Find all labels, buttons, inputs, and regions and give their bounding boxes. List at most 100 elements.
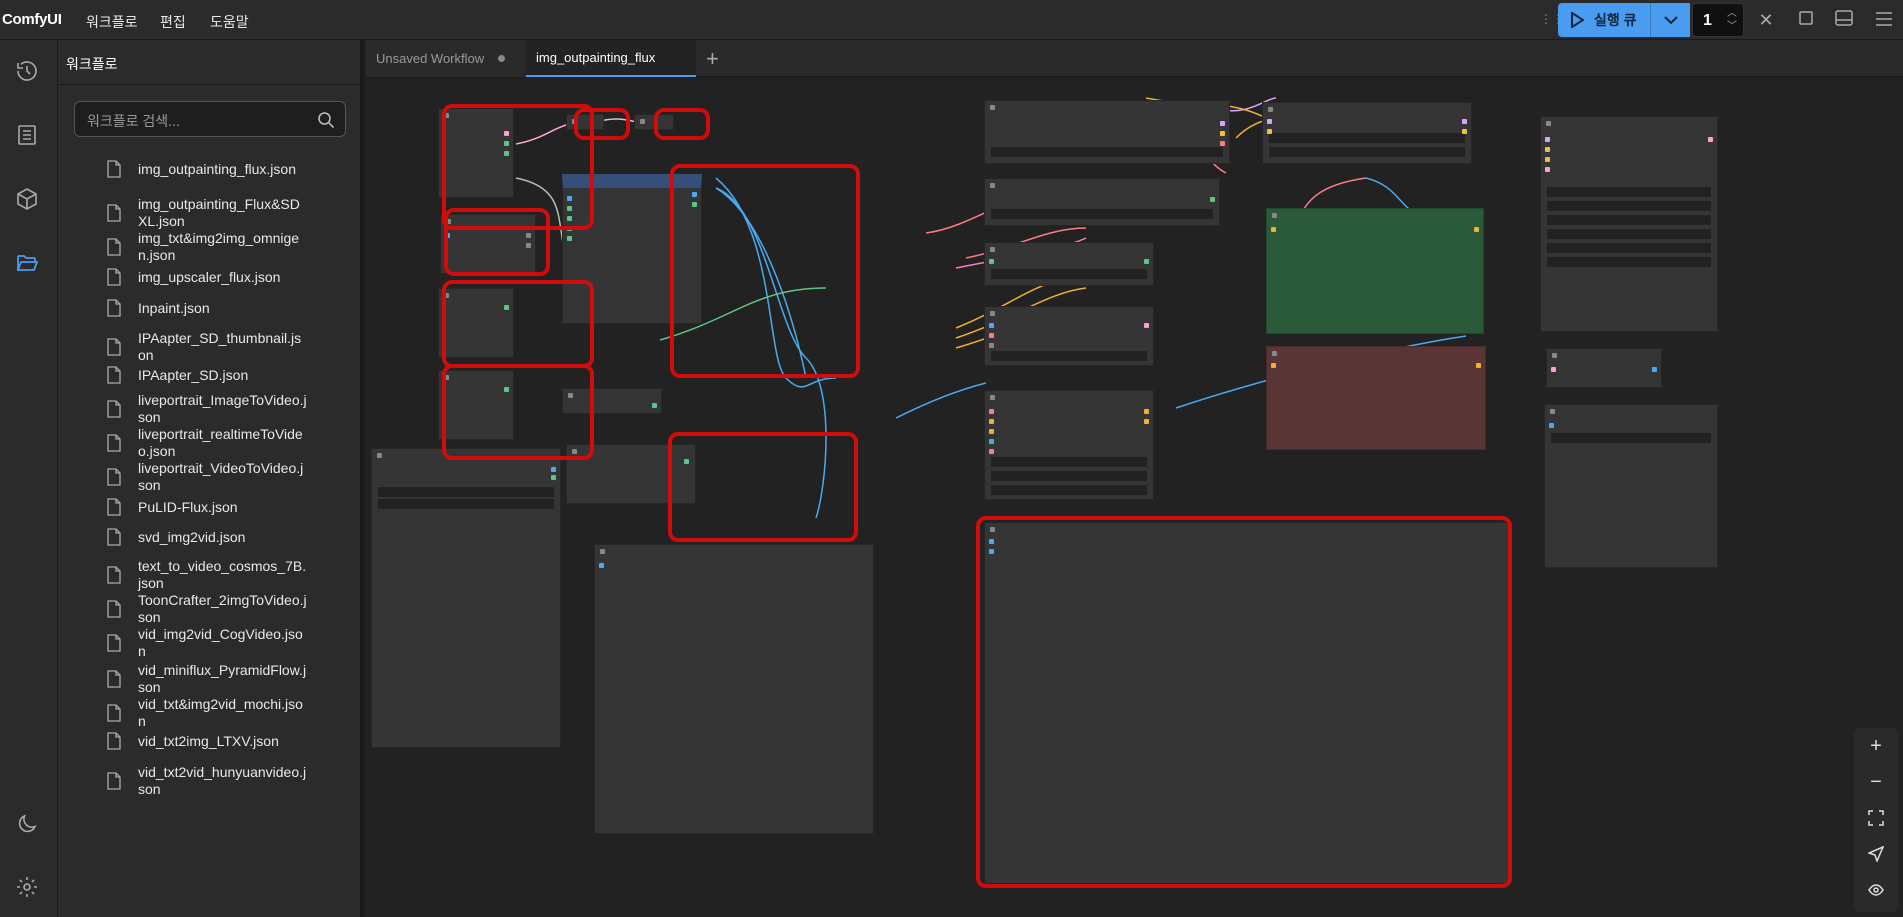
app-logo: ComfyUI (2, 11, 62, 28)
zoom-in-icon[interactable]: + (1864, 734, 1888, 758)
play-icon (1571, 12, 1584, 28)
file-name: liveportrait_ImageToVideo.json (138, 392, 307, 425)
panel-divider (58, 84, 360, 85)
menu-hamburger-icon[interactable] (1873, 9, 1895, 31)
file-name: IPAapter_SD_thumbnail.json (138, 330, 302, 363)
history-icon[interactable] (12, 56, 42, 86)
workflow-file-item[interactable]: img_outpainting_Flux&SDXL.json (106, 196, 356, 230)
file-icon (107, 634, 121, 652)
graph-node-red[interactable] (1266, 346, 1486, 450)
batch-count-input[interactable]: 1 ︿ ﹀ (1692, 3, 1744, 37)
file-name: liveportrait_realtimeToVideo.json (138, 426, 303, 459)
zoom-out-icon[interactable]: − (1864, 770, 1888, 794)
file-icon (107, 732, 121, 750)
workflow-file-item[interactable]: vid_img2vid_CogVideo.json (106, 626, 356, 660)
file-icon (107, 772, 121, 790)
workflow-file-item[interactable]: liveportrait_ImageToVideo.json (106, 392, 356, 426)
file-name: IPAapter_SD.json (138, 366, 249, 383)
sidebar-rail (0, 40, 58, 917)
workflow-file-item[interactable]: vid_txt2img_LTXV.json (106, 732, 356, 750)
graph-node[interactable] (984, 390, 1154, 500)
workflow-file-item[interactable]: img_outpainting_flux.json (106, 160, 356, 178)
highlight-box (976, 516, 1512, 888)
file-icon (107, 160, 121, 178)
graph-node-green[interactable] (1266, 208, 1484, 334)
workflow-file-item[interactable]: Inpaint.json (106, 299, 356, 317)
file-name: vid_txt&img2vid_mochi.json (138, 696, 303, 729)
workflow-file-item[interactable]: vid_txt&img2vid_mochi.json (106, 696, 356, 730)
workflows-folder-icon[interactable] (12, 248, 42, 278)
graph-node[interactable] (1544, 404, 1718, 568)
file-icon (107, 238, 121, 256)
file-name: PuLID-Flux.json (138, 498, 238, 515)
file-name: img_txt&img2img_omnigen.json (138, 230, 300, 263)
workflow-file-item[interactable]: liveportrait_VideoToVideo.json (106, 460, 356, 494)
tab-unsaved-workflow[interactable]: Unsaved Workflow (366, 40, 526, 77)
queue-button-label: 실행 큐 (1594, 12, 1637, 28)
queue-list-icon[interactable] (12, 120, 42, 150)
graph-node[interactable] (1546, 348, 1662, 388)
select-mode-icon[interactable] (1864, 842, 1888, 866)
file-icon (107, 400, 121, 418)
workflow-file-item[interactable]: text_to_video_cosmos_7B.json (106, 558, 356, 592)
file-icon (107, 528, 121, 546)
workflow-file-item[interactable]: vid_txt2vid_hunyuanvideo.json (106, 764, 356, 798)
file-icon (107, 468, 121, 486)
theme-toggle-moon-icon[interactable] (12, 809, 42, 839)
bottom-panel-icon[interactable] (1833, 9, 1855, 31)
maximize-icon[interactable] (1795, 9, 1817, 31)
file-name: vid_txt2img_LTXV.json (138, 732, 279, 749)
highlight-box (670, 164, 860, 378)
queue-options-dropdown[interactable] (1650, 3, 1690, 37)
file-icon (107, 338, 121, 356)
menu-workflow[interactable]: 워크플로 (86, 12, 138, 32)
fit-view-icon[interactable] (1864, 806, 1888, 830)
file-name: img_outpainting_flux.json (138, 160, 296, 177)
graph-node[interactable] (371, 448, 561, 748)
file-name: img_upscaler_flux.json (138, 268, 281, 285)
search-icon[interactable] (317, 111, 335, 129)
file-icon (107, 204, 121, 222)
workflow-file-item[interactable]: img_upscaler_flux.json (106, 268, 356, 286)
graph-canvas[interactable] (366, 78, 1903, 917)
workflow-file-item[interactable]: img_txt&img2img_omnigen.json (106, 230, 356, 264)
file-icon (107, 566, 121, 584)
top-bar: ComfyUI 워크플로 편집 도움말 ⋮⋮ 실행 큐 1 ︿ ﹀ ✕ (0, 0, 1903, 40)
batch-stepper-icon[interactable]: ︿ ﹀ (1727, 7, 1737, 33)
file-icon (107, 600, 121, 618)
file-name: text_to_video_cosmos_7B.json (138, 558, 307, 591)
file-icon (107, 498, 121, 516)
graph-node[interactable] (984, 306, 1154, 366)
workflow-file-item[interactable]: IPAapter_SD_thumbnail.json (106, 330, 356, 364)
workflow-file-item[interactable]: IPAapter_SD.json (106, 366, 356, 384)
graph-node[interactable] (594, 544, 874, 834)
menu-edit[interactable]: 편집 (160, 12, 186, 32)
workflow-file-item[interactable]: svd_img2vid.json (106, 528, 356, 546)
file-name: vid_img2vid_CogVideo.json (138, 626, 303, 659)
toggle-links-eye-icon[interactable] (1864, 878, 1888, 902)
workflow-file-item[interactable]: liveportrait_realtimeToVideo.json (106, 426, 356, 460)
workflow-file-item[interactable]: vid_miniflux_PyramidFlow.json (106, 662, 356, 696)
file-name: img_outpainting_Flux&SDXL.json (138, 196, 300, 229)
model-library-icon[interactable] (12, 184, 42, 214)
highlight-box (668, 432, 858, 542)
workflow-search-input[interactable]: 워크플로 검색... (74, 101, 346, 137)
workflow-file-item[interactable]: PuLID-Flux.json (106, 498, 356, 516)
file-icon (107, 434, 121, 452)
graph-node[interactable] (984, 242, 1154, 286)
menu-help[interactable]: 도움말 (210, 12, 249, 32)
tab-img-outpainting-flux[interactable]: img_outpainting_flux (526, 40, 696, 77)
highlight-box (442, 280, 594, 368)
graph-node[interactable] (1262, 102, 1472, 164)
workflow-tabs: Unsaved Workflow img_outpainting_flux + (366, 40, 1903, 77)
settings-gear-icon[interactable] (12, 872, 42, 902)
graph-node[interactable] (1540, 116, 1718, 332)
highlight-box (574, 108, 630, 140)
graph-node[interactable] (984, 178, 1220, 226)
add-tab-icon[interactable]: + (706, 46, 719, 72)
workflow-file-item[interactable]: ToonCrafter_2imgToVideo.json (106, 592, 356, 626)
graph-node[interactable] (984, 100, 1230, 164)
file-icon (107, 299, 121, 317)
close-icon[interactable]: ✕ (1755, 9, 1777, 31)
batch-count-value: 1 (1703, 12, 1712, 29)
